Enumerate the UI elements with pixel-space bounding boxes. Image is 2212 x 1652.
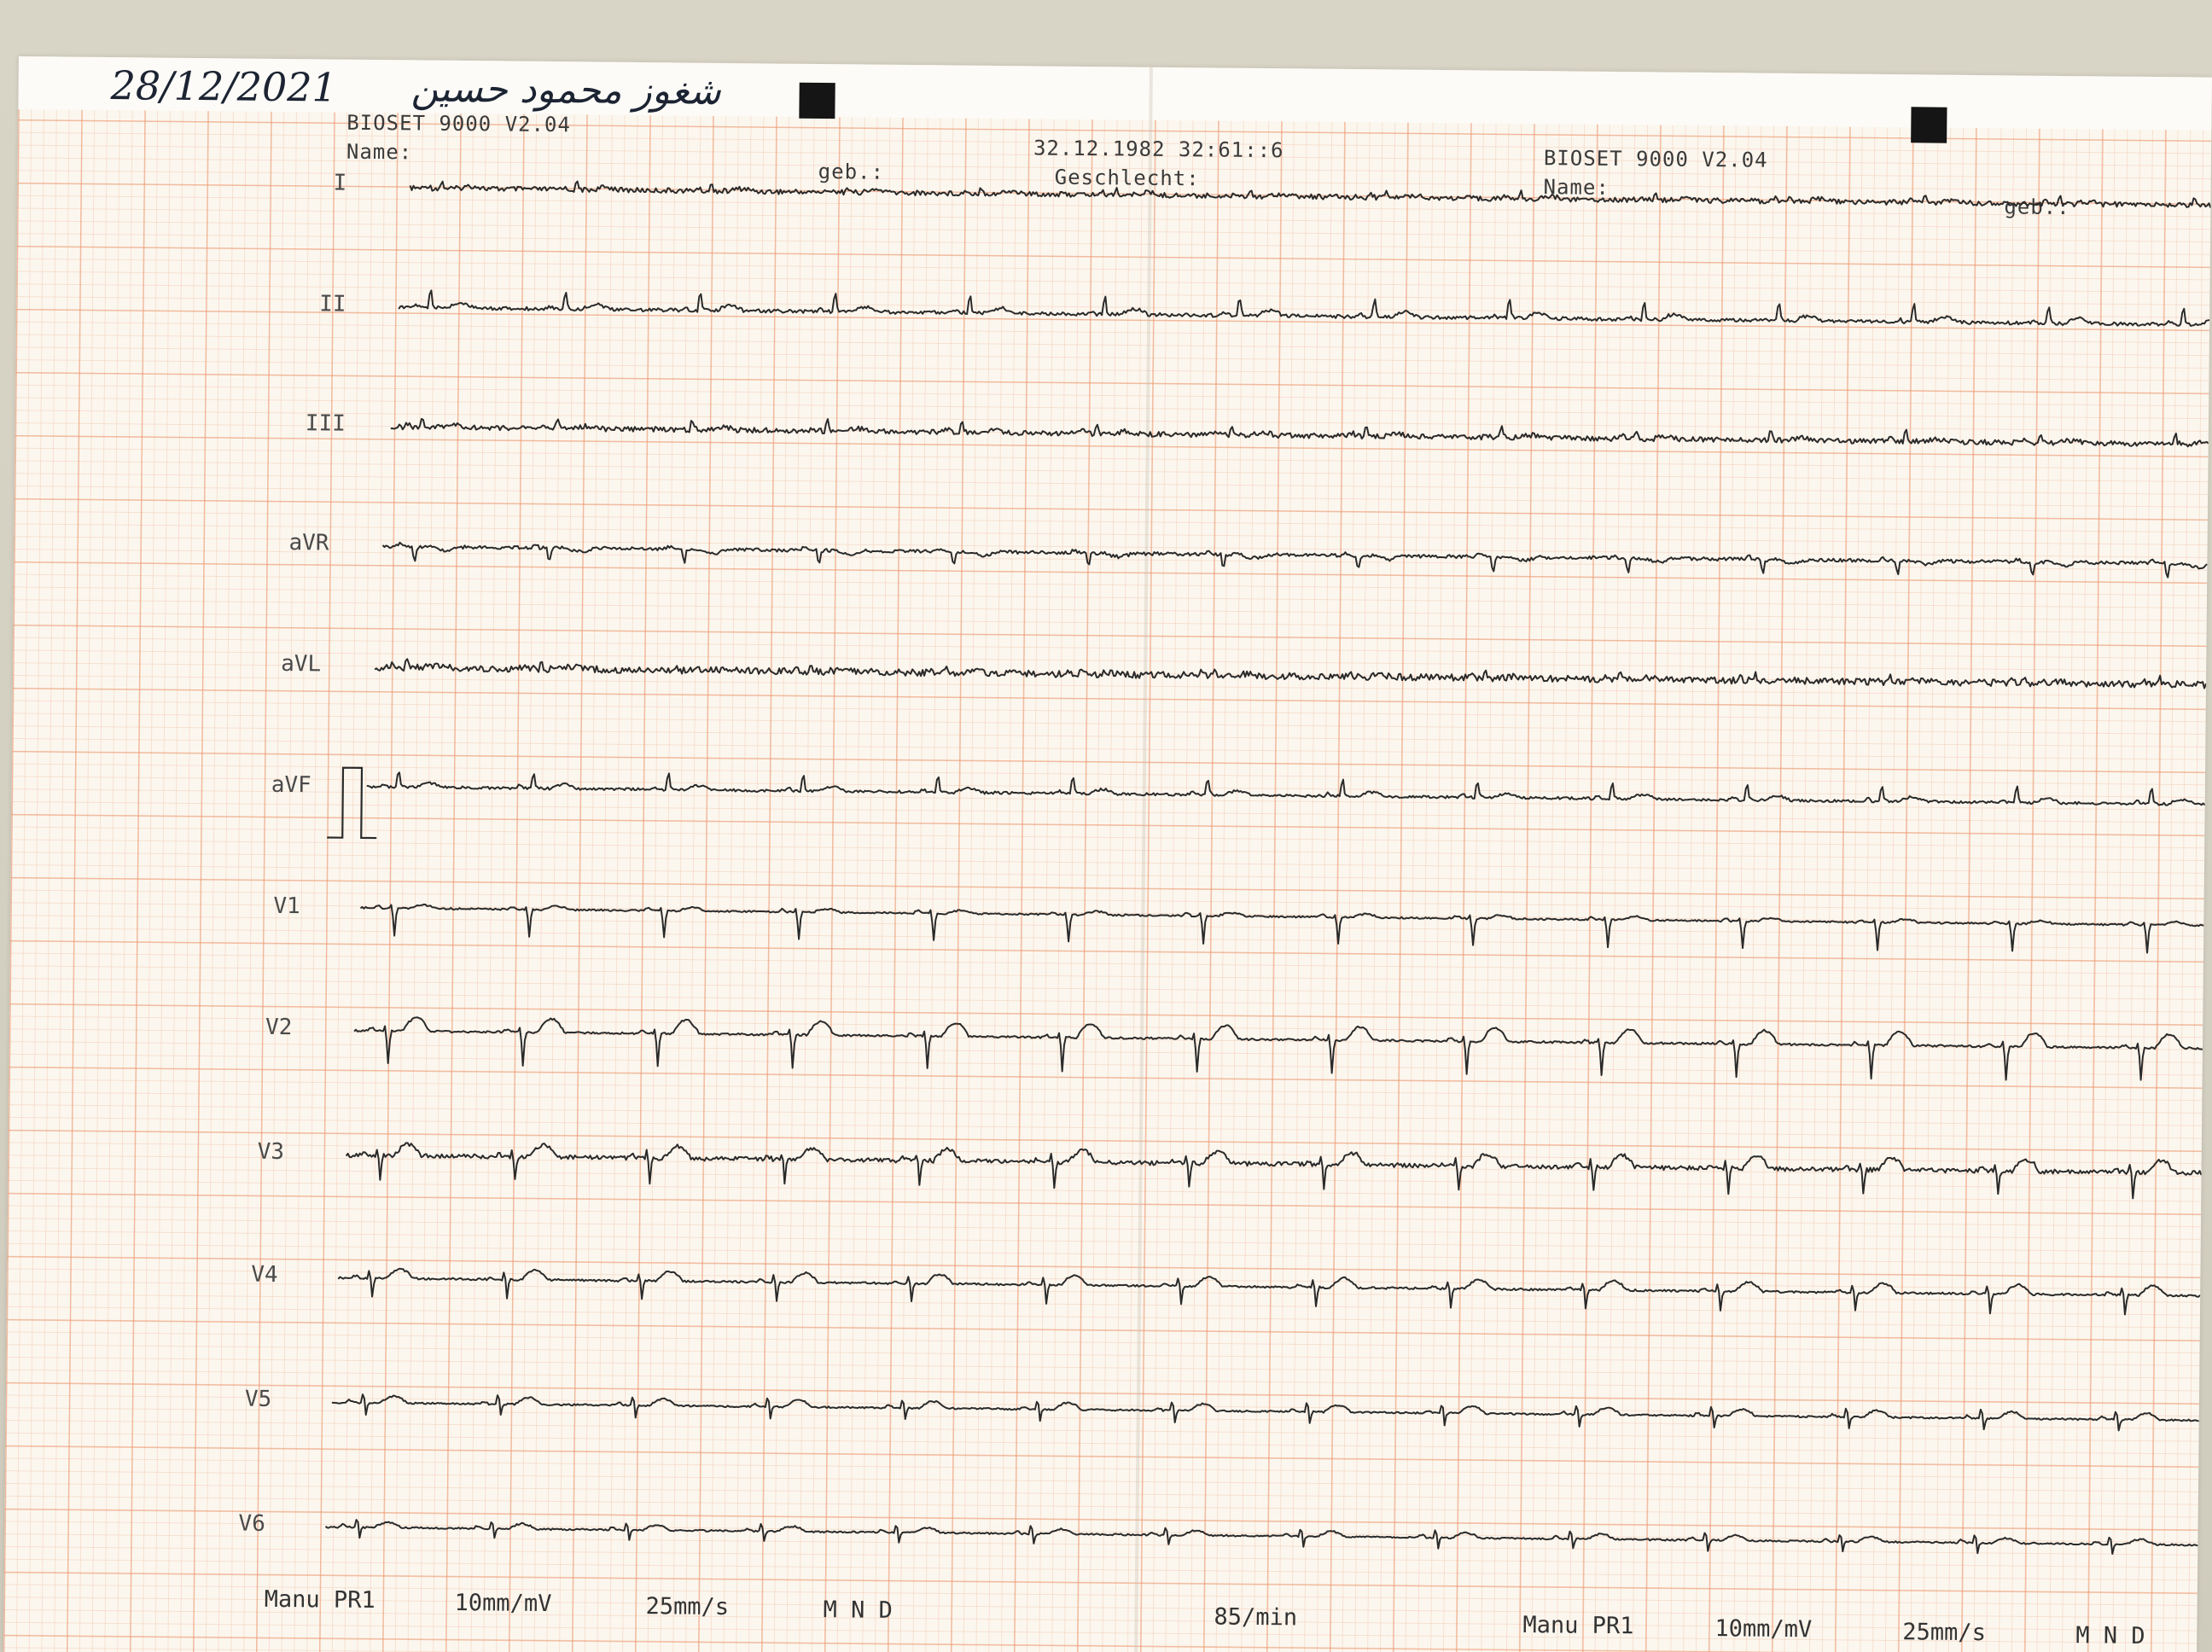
ecg-trace-V3 xyxy=(345,1142,2203,1200)
ecg-trace-II xyxy=(398,289,2210,327)
photo-scene: 28/12/2021 شغوز محمود حسين BIOSET 9000 V… xyxy=(0,0,2212,1652)
ecg-trace-aVL xyxy=(374,658,2207,689)
ecg-trace-aVR xyxy=(381,541,2208,579)
calibration-pulse xyxy=(327,766,377,840)
ecg-trace-V5 xyxy=(331,1393,2199,1432)
ecg-trace-V2 xyxy=(353,1016,2203,1081)
ecg-trace-V6 xyxy=(324,1519,2198,1556)
ecg-trace-V4 xyxy=(337,1267,2201,1316)
ecg-trace-I xyxy=(409,180,2212,208)
ecg-trace-III xyxy=(390,417,2209,448)
ecg-trace-aVF xyxy=(366,771,2206,806)
ecg-trace-V1 xyxy=(359,903,2204,954)
ecg-paper: 28/12/2021 شغوز محمود حسين BIOSET 9000 V… xyxy=(3,56,2212,1652)
ecg-traces xyxy=(324,180,2212,1556)
